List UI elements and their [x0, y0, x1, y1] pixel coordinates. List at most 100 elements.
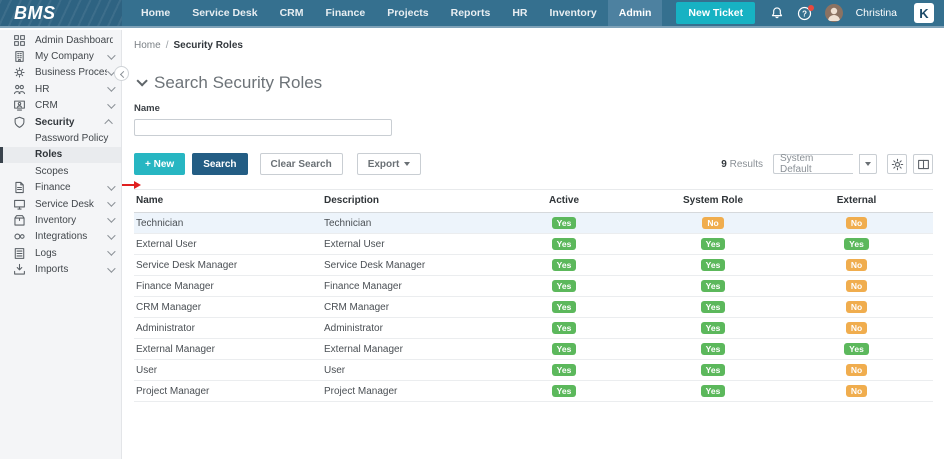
sidebar-item-hr[interactable]: HR — [0, 81, 121, 97]
user-avatar[interactable] — [825, 4, 843, 22]
export-button[interactable]: Export — [357, 153, 422, 175]
new-ticket-button[interactable]: New Ticket — [676, 2, 755, 24]
chevron-down-icon — [107, 51, 115, 59]
view-selector-caret-icon[interactable] — [859, 154, 877, 174]
column-header-system-role[interactable]: System Role — [646, 190, 780, 213]
chevron-down-icon — [107, 182, 115, 190]
active-badge: Yes — [552, 238, 577, 251]
sidebar-item-my-company[interactable]: My Company — [0, 48, 121, 64]
sidebar-subitem-scopes[interactable]: Scopes — [0, 163, 121, 179]
nav-item-home[interactable]: Home — [130, 0, 181, 26]
sidebar-subitem-label: Roles — [35, 149, 113, 160]
table-row[interactable]: External Manager External Manager Yes Ye… — [134, 339, 933, 360]
crm-icon — [13, 99, 26, 112]
export-button-label: Export — [368, 159, 400, 170]
external-badge: No — [846, 217, 867, 230]
table-row[interactable]: CRM Manager CRM Manager Yes Yes No — [134, 297, 933, 318]
nav-item-crm[interactable]: CRM — [269, 0, 315, 26]
search-panel-header: Search Security Roles — [123, 51, 944, 93]
nav-item-finance[interactable]: Finance — [315, 0, 377, 26]
column-header-active[interactable]: Active — [482, 190, 646, 213]
logo-zone: BMS — [0, 0, 122, 26]
sidebar-item-crm[interactable]: CRM — [0, 98, 121, 114]
main-nav: HomeService DeskCRMFinanceProjectsReport… — [130, 0, 662, 26]
column-header-external[interactable]: External — [780, 190, 933, 213]
nav-item-hr[interactable]: HR — [501, 0, 538, 26]
role-description-cell: Service Desk Manager — [322, 255, 482, 276]
process-icon — [13, 66, 26, 79]
external-badge: No — [846, 301, 867, 314]
sidebar-item-security[interactable]: Security — [0, 114, 121, 130]
role-name-cell[interactable]: Finance Manager — [134, 276, 322, 297]
nav-item-service-desk[interactable]: Service Desk — [181, 0, 268, 26]
system-role-badge: Yes — [701, 322, 726, 335]
sidebar-item-service-desk[interactable]: Service Desk — [0, 196, 121, 212]
nav-item-inventory[interactable]: Inventory — [538, 0, 607, 26]
role-name-cell[interactable]: CRM Manager — [134, 297, 322, 318]
table-row[interactable]: External User External User Yes Yes Yes — [134, 234, 933, 255]
column-header-description[interactable]: Description — [322, 190, 482, 213]
user-name[interactable]: Christina — [856, 7, 897, 19]
role-description-cell: User — [322, 360, 482, 381]
toolbar: + New Search Clear Search Export 9 Resul… — [134, 153, 933, 175]
sidebar-item-logs[interactable]: Logs — [0, 245, 121, 261]
sidebar-subitem-roles[interactable]: Roles — [0, 147, 121, 163]
sidebar-item-integrations[interactable]: Integrations — [0, 229, 121, 245]
toolbar-right: 9 Results System Default — [721, 154, 933, 174]
table-row[interactable]: Administrator Administrator Yes Yes No — [134, 318, 933, 339]
sidebar-item-imports[interactable]: Imports — [0, 261, 121, 277]
role-description-cell: External Manager — [322, 339, 482, 360]
logs-icon — [13, 247, 26, 260]
sidebar-item-business-process[interactable]: Business Process — [0, 65, 121, 81]
chevron-down-icon — [107, 231, 115, 239]
role-description-cell: Technician — [322, 213, 482, 234]
search-button[interactable]: Search — [192, 153, 247, 175]
breadcrumb-home[interactable]: Home — [134, 40, 161, 51]
sidebar-subitem-label: Password Policy — [35, 133, 113, 144]
sidebar-item-inventory[interactable]: Inventory — [0, 212, 121, 228]
sidebar-item-label: Imports — [35, 264, 107, 275]
view-selector[interactable]: System Default — [773, 154, 853, 174]
name-search-input[interactable] — [134, 119, 392, 136]
sidebar-item-label: HR — [35, 84, 107, 95]
collapse-panel-chevron-icon[interactable] — [136, 75, 147, 86]
sidebar-item-finance[interactable]: Finance — [0, 180, 121, 196]
system-role-badge: No — [702, 217, 723, 230]
nav-item-reports[interactable]: Reports — [440, 0, 502, 26]
sidebar-collapse-button[interactable] — [114, 66, 129, 81]
role-name-cell[interactable]: User — [134, 360, 322, 381]
hr-icon — [13, 83, 26, 96]
table-row[interactable]: Project Manager Project Manager Yes Yes … — [134, 381, 933, 402]
nav-item-projects[interactable]: Projects — [376, 0, 439, 26]
table-row[interactable]: User User Yes Yes No — [134, 360, 933, 381]
service-desk-icon — [13, 198, 26, 211]
help-icon[interactable]: ? — [797, 6, 812, 21]
active-badge: Yes — [552, 322, 577, 335]
column-header-name[interactable]: Name — [134, 190, 322, 213]
notifications-bell-icon[interactable] — [770, 6, 784, 20]
name-field-label: Name — [123, 93, 944, 117]
external-badge: Yes — [844, 343, 869, 356]
kaseya-brand-icon[interactable]: K — [914, 3, 934, 23]
role-name-cell[interactable]: Technician — [134, 213, 322, 234]
settings-gear-icon[interactable] — [887, 154, 907, 174]
svg-text:?: ? — [802, 9, 807, 18]
role-name-cell[interactable]: External User — [134, 234, 322, 255]
role-name-cell[interactable]: External Manager — [134, 339, 322, 360]
company-icon — [13, 50, 26, 63]
role-name-cell[interactable]: Project Manager — [134, 381, 322, 402]
role-name-cell[interactable]: Service Desk Manager — [134, 255, 322, 276]
role-name-cell[interactable]: Administrator — [134, 318, 322, 339]
sidebar-item-label: Service Desk — [35, 199, 107, 210]
caret-down-icon — [404, 162, 410, 166]
table-row[interactable]: Service Desk Manager Service Desk Manage… — [134, 255, 933, 276]
new-button[interactable]: + New — [134, 153, 185, 175]
sidebar-subitem-password-policy[interactable]: Password Policy — [0, 130, 121, 146]
column-chooser-icon[interactable] — [913, 154, 933, 174]
table-row[interactable]: Finance Manager Finance Manager Yes Yes … — [134, 276, 933, 297]
sidebar-item-admin-dashboard[interactable]: Admin Dashboard — [0, 32, 121, 48]
table-row[interactable]: Technician Technician Yes No No — [134, 213, 933, 234]
clear-search-button[interactable]: Clear Search — [260, 153, 343, 175]
nav-item-admin[interactable]: Admin — [608, 0, 663, 26]
chevron-down-icon — [107, 215, 115, 223]
